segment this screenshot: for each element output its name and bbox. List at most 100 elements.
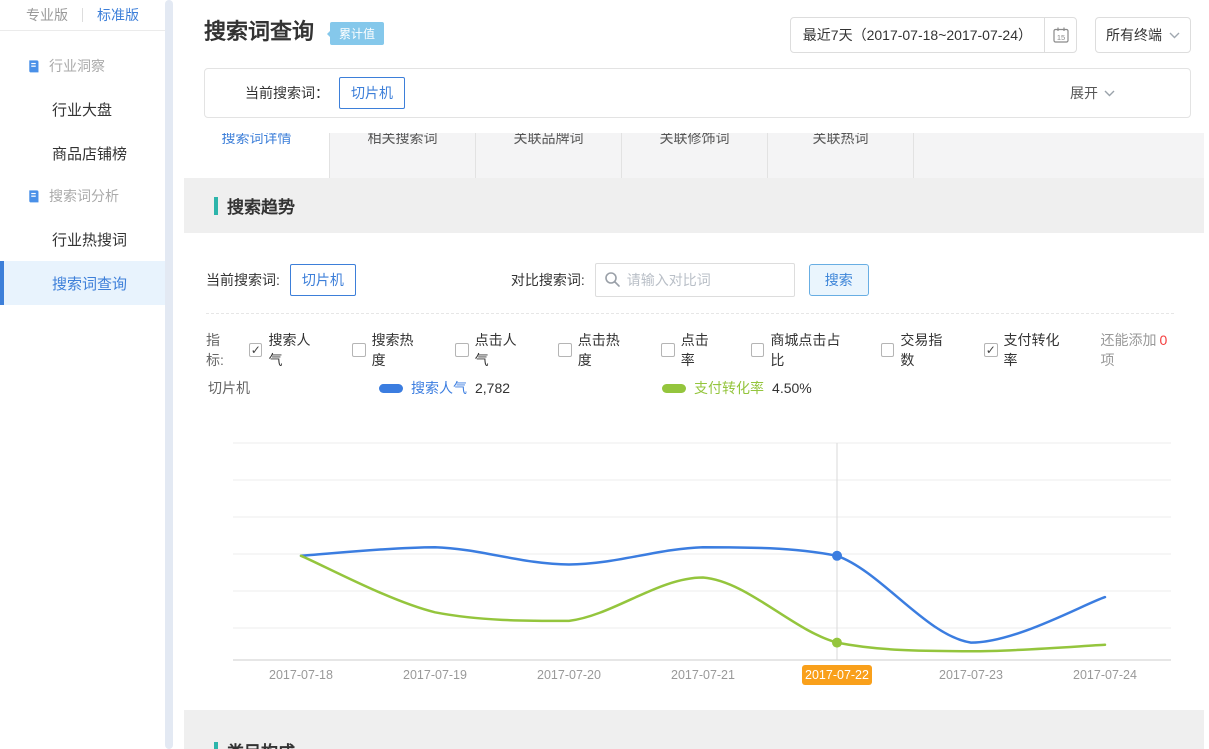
report-book-icon (26, 59, 41, 74)
metric-checkbox-0[interactable]: 搜索人气 (249, 330, 322, 370)
category-section-strip: 类目构成 (184, 725, 1204, 749)
main-area: 搜索词查询 累计值 最近7天（2017-07-18~2017-07-24） 15 (173, 0, 1196, 749)
remaining-addable: 还能添加0项 (1101, 330, 1182, 370)
tab-label: 关联品牌词 (476, 133, 621, 149)
tab-0[interactable]: 搜索词详情 (184, 133, 330, 178)
trend-section-strip: 搜索趋势 (184, 178, 1204, 233)
category-section-title: 类目构成 (227, 738, 295, 749)
legend-series-name: 搜索人气 (411, 378, 467, 398)
metric-checkbox-4[interactable]: 点击率 (661, 330, 721, 370)
checkbox-icon[interactable] (249, 343, 262, 357)
terminal-select-value: 所有终端 (1106, 25, 1162, 45)
x-label: 2017-07-23 (939, 668, 1003, 682)
current-word-panel: 当前搜索词： 切片机 展开 (204, 68, 1191, 118)
expand-link[interactable]: 展开 (1070, 83, 1115, 103)
trend-section-title: 搜索趋势 (227, 193, 295, 218)
detail-tabs: 搜索词详情相关搜索词关联品牌词关联修饰词关联热词 (184, 133, 1204, 178)
compare-word-label: 对比搜索词: (511, 270, 585, 290)
remaining-count: 0 (1157, 332, 1171, 348)
legend-entry-0: 搜索人气 2,782 (379, 378, 510, 398)
checkbox-icon[interactable] (881, 343, 894, 357)
tab-label: 相关搜索词 (330, 133, 475, 149)
compare-word-input[interactable] (595, 263, 795, 297)
metric-checkbox-5[interactable]: 商城点击占比 (751, 330, 851, 370)
sidebar-item-label: 搜索词查询 (52, 273, 127, 294)
page-title: 搜索词查询 (204, 17, 314, 47)
checkbox-icon[interactable] (751, 343, 765, 357)
calendar-icon[interactable]: 15 (1044, 18, 1076, 52)
metric-checkbox-2[interactable]: 点击人气 (455, 330, 528, 370)
date-range-text[interactable]: 最近7天（2017-07-18~2017-07-24） (791, 18, 1044, 52)
trend-chart[interactable]: 2017-07-182017-07-192017-07-202017-07-21… (214, 434, 1204, 690)
page-header: 搜索词查询 累计值 最近7天（2017-07-18~2017-07-24） 15 (184, 0, 1204, 133)
sidebar-category-3[interactable]: 搜索词分析 (0, 175, 165, 217)
sidebar-edition-tabs: 专业版 标准版 (0, 0, 165, 31)
trend-controls: 当前搜索词: 切片机 对比搜索词: 搜索 (184, 263, 1204, 297)
edition-tab-pro[interactable]: 专业版 (26, 5, 68, 25)
x-label: 2017-07-24 (1073, 668, 1137, 682)
trend-chart-svg[interactable]: 2017-07-182017-07-192017-07-202017-07-21… (214, 434, 1204, 690)
sidebar-item-label: 行业大盘 (52, 99, 112, 120)
chevron-down-icon (1169, 32, 1180, 39)
chevron-down-icon (1104, 90, 1115, 97)
legend-series-name: 支付转化率 (694, 378, 764, 398)
section-accent-bar (214, 197, 218, 215)
current-word-button[interactable]: 切片机 (339, 77, 405, 109)
tab-1[interactable]: 相关搜索词 (330, 133, 476, 178)
sidebar-scrollbar[interactable] (165, 0, 173, 749)
page: 专业版 标准版 行业洞察行业大盘商品店铺榜搜索词分析行业热搜词搜索词查询 搜索词… (0, 0, 1209, 749)
tab-3[interactable]: 关联修饰词 (622, 133, 768, 178)
metrics-row: 指标: 搜索人气 搜索热度点击人气 点击热度点击率 商城点击占比 交易指数 支付转化率 还… (184, 330, 1204, 370)
x-label: 2017-07-18 (269, 668, 333, 682)
chart-legend: 切片机 搜索人气2,782支付转化率4.50% (184, 378, 1204, 398)
trend-current-word-button[interactable]: 切片机 (290, 264, 356, 296)
metric-label: 点击热度 (578, 330, 632, 370)
sidebar-item-4[interactable]: 行业热搜词 (0, 217, 165, 261)
tab-label: 关联热词 (768, 133, 913, 149)
edition-tab-divider (82, 8, 83, 22)
trend-current-word-label: 当前搜索词: (206, 270, 280, 290)
metric-checkbox-7[interactable]: 支付转化率 (984, 330, 1071, 370)
x-label: 2017-07-20 (537, 668, 601, 682)
trend-panel: 当前搜索词: 切片机 对比搜索词: 搜索 (184, 233, 1204, 710)
metric-label: 搜索热度 (372, 330, 426, 370)
date-range-picker[interactable]: 最近7天（2017-07-18~2017-07-24） 15 (790, 17, 1077, 53)
metric-label: 商城点击占比 (770, 330, 851, 370)
legend-swatch-icon (379, 384, 403, 393)
tab-2[interactable]: 关联品牌词 (476, 133, 622, 178)
metric-checkbox-6[interactable]: 交易指数 (881, 330, 954, 370)
tab-4[interactable]: 关联热词 (768, 133, 914, 178)
checkbox-icon[interactable] (455, 343, 468, 357)
section-gap (184, 710, 1204, 725)
metric-checkbox-1[interactable]: 搜索热度 (352, 330, 425, 370)
sidebar-item-5[interactable]: 搜索词查询 (0, 261, 165, 305)
metrics-label: 指标: (206, 330, 237, 370)
sidebar-category-0[interactable]: 行业洞察 (0, 45, 165, 87)
edition-tab-standard[interactable]: 标准版 (97, 5, 139, 25)
search-icon (604, 271, 621, 288)
legend-keyword: 切片机 (208, 378, 379, 398)
sidebar-item-label: 商品店铺榜 (52, 143, 127, 164)
metric-label: 搜索人气 (268, 330, 322, 370)
current-word-label: 当前搜索词： (245, 83, 329, 103)
report-book-icon (26, 189, 41, 204)
checkbox-icon[interactable] (352, 343, 365, 357)
metric-checkbox-3[interactable]: 点击热度 (558, 330, 631, 370)
sidebar: 专业版 标准版 行业洞察行业大盘商品店铺榜搜索词分析行业热搜词搜索词查询 (0, 0, 165, 749)
x-label-highlighted: 2017-07-22 (805, 668, 869, 682)
search-button[interactable]: 搜索 (809, 264, 869, 296)
section-accent-bar (214, 742, 218, 749)
metric-label: 支付转化率 (1004, 330, 1071, 370)
metric-label: 交易指数 (900, 330, 954, 370)
sidebar-item-2[interactable]: 商品店铺榜 (0, 131, 165, 175)
checkbox-icon[interactable] (558, 343, 571, 357)
expand-label: 展开 (1070, 83, 1098, 103)
terminal-select[interactable]: 所有终端 (1095, 17, 1191, 53)
sidebar-menu: 行业洞察行业大盘商品店铺榜搜索词分析行业热搜词搜索词查询 (0, 31, 165, 305)
svg-text:15: 15 (1056, 33, 1064, 42)
sidebar-item-1[interactable]: 行业大盘 (0, 87, 165, 131)
checkbox-icon[interactable] (661, 343, 674, 357)
sidebar-item-label: 行业热搜词 (52, 229, 127, 250)
checkbox-icon[interactable] (984, 343, 998, 357)
legend-series-value: 2,782 (475, 380, 510, 396)
